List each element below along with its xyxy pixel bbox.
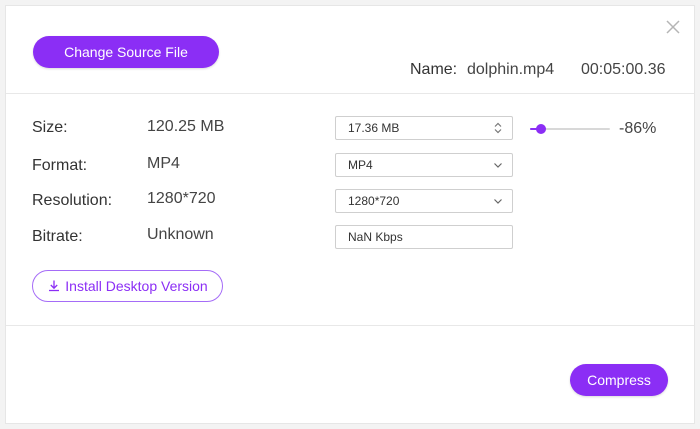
compression-percent: -86% [619,120,657,137]
compress-button[interactable]: Compress [570,364,668,396]
compress-dialog: Change Source File Name: dolphin.mp4 00:… [5,5,695,424]
compression-slider[interactable] [530,123,610,135]
file-duration: 00:05:00.36 [581,61,666,78]
chevron-down-icon [492,159,504,171]
target-size-value: 17.36 MB [348,121,400,135]
target-size-stepper[interactable]: 17.36 MB [335,116,513,140]
bitrate-field[interactable]: NaN Kbps [335,225,513,249]
format-label: Format: [32,157,88,174]
divider [6,325,694,326]
close-icon [666,20,680,34]
format-select[interactable]: MP4 [335,153,513,177]
original-bitrate-value: Unknown [147,226,214,243]
close-button[interactable] [665,19,681,35]
download-icon [49,280,60,292]
original-format-value: MP4 [147,155,180,172]
resolution-select-value: 1280*720 [348,194,400,208]
change-source-file-button[interactable]: Change Source File [33,36,219,68]
original-resolution-value: 1280*720 [147,190,216,207]
slider-thumb[interactable] [536,124,547,134]
resolution-select[interactable]: 1280*720 [335,189,513,213]
divider [6,93,694,94]
install-desktop-version-button[interactable]: Install Desktop Version [32,270,223,302]
size-label: Size: [32,119,68,136]
chevron-down-icon [492,195,504,207]
name-label: Name: [410,61,458,78]
file-name: dolphin.mp4 [467,61,555,78]
original-size-value: 120.25 MB [147,118,225,135]
resolution-label: Resolution: [32,192,113,209]
bitrate-field-value: NaN Kbps [348,230,403,244]
bitrate-label: Bitrate: [32,228,83,245]
format-select-value: MP4 [348,158,373,172]
spinner-arrows-icon[interactable] [492,122,504,134]
install-label: Install Desktop Version [65,278,208,294]
